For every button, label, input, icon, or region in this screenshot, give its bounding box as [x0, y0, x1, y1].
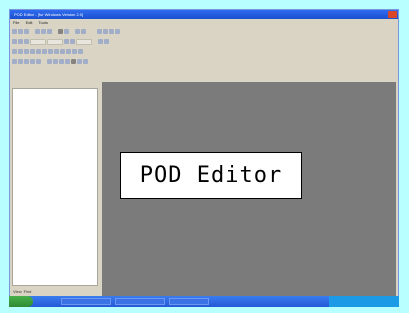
taskbar-item-1[interactable] [61, 298, 111, 305]
shape-line-icon[interactable] [24, 49, 29, 54]
snap-icon[interactable] [53, 59, 58, 64]
hide-icon[interactable] [30, 59, 35, 64]
arrow-icon[interactable] [98, 39, 103, 44]
border-icon[interactable] [42, 49, 47, 54]
toolbar-area [10, 26, 398, 86]
copy-icon[interactable] [41, 29, 46, 34]
grid-icon[interactable] [58, 29, 63, 34]
rotate-icon[interactable] [72, 49, 77, 54]
help-icon[interactable] [115, 29, 120, 34]
run-icon[interactable] [97, 29, 102, 34]
style-select[interactable] [76, 38, 92, 45]
window-title: POD Editor - [for Windows Version 2.0] [14, 12, 84, 17]
stop-icon[interactable] [103, 29, 108, 34]
lock-icon[interactable] [18, 59, 23, 64]
system-tray [329, 296, 399, 307]
tree-view[interactable] [12, 88, 98, 286]
table-icon[interactable] [59, 59, 64, 64]
front-icon[interactable] [60, 49, 65, 54]
toolbar-row-1 [12, 28, 120, 35]
size-select[interactable] [47, 38, 63, 45]
tab-view[interactable]: View [13, 288, 22, 295]
menu-edit[interactable]: Edit [26, 20, 33, 25]
link-icon[interactable] [77, 59, 82, 64]
cut-icon[interactable] [35, 29, 40, 34]
save-icon[interactable] [24, 29, 29, 34]
menu-tools[interactable]: Tools [39, 20, 48, 25]
back-icon[interactable] [66, 49, 71, 54]
new-icon[interactable] [12, 29, 17, 34]
open-icon[interactable] [18, 29, 23, 34]
step-icon[interactable] [109, 29, 114, 34]
start-button[interactable] [9, 296, 33, 307]
italic-icon[interactable] [70, 39, 75, 44]
group-icon[interactable] [48, 49, 53, 54]
align-center-icon[interactable] [18, 39, 23, 44]
fill-icon[interactable] [36, 49, 41, 54]
close-icon[interactable] [388, 11, 397, 18]
unlock-icon[interactable] [24, 59, 29, 64]
chart-icon[interactable] [71, 59, 76, 64]
toolbar-row-2 [12, 38, 109, 45]
taskbar-item-3[interactable] [169, 298, 209, 305]
paste-icon[interactable] [47, 29, 52, 34]
taskbar [9, 296, 399, 307]
flip-icon[interactable] [78, 49, 83, 54]
zoom-icon[interactable] [64, 29, 69, 34]
undo-icon[interactable] [75, 29, 80, 34]
tab-find[interactable]: Find [24, 288, 32, 295]
show-icon[interactable] [36, 59, 41, 64]
toolbar-row-3 [12, 48, 83, 55]
taskbar-item-2[interactable] [115, 298, 165, 305]
shape-text-icon[interactable] [30, 49, 35, 54]
bold-icon[interactable] [64, 39, 69, 44]
side-panel: View Find [11, 88, 99, 298]
side-panel-tabs: View Find [13, 288, 31, 295]
redo-icon[interactable] [81, 29, 86, 34]
distribute-icon[interactable] [47, 59, 52, 64]
title-bar: POD Editor - [for Windows Version 2.0] [10, 10, 398, 19]
layer-icon[interactable] [12, 59, 17, 64]
shape-rect-icon[interactable] [12, 49, 17, 54]
align-left-icon[interactable] [12, 39, 17, 44]
menu-bar: File Edit Tools [10, 19, 398, 26]
shape-ellipse-icon[interactable] [18, 49, 23, 54]
preview-icon[interactable] [83, 59, 88, 64]
menu-file[interactable]: File [13, 20, 19, 25]
font-select[interactable] [30, 38, 46, 45]
pod-editor-label: POD Editor [120, 152, 302, 199]
line-icon[interactable] [104, 39, 109, 44]
align-right-icon[interactable] [24, 39, 29, 44]
image-icon[interactable] [65, 59, 70, 64]
ungroup-icon[interactable] [54, 49, 59, 54]
toolbar-row-4 [12, 58, 88, 65]
